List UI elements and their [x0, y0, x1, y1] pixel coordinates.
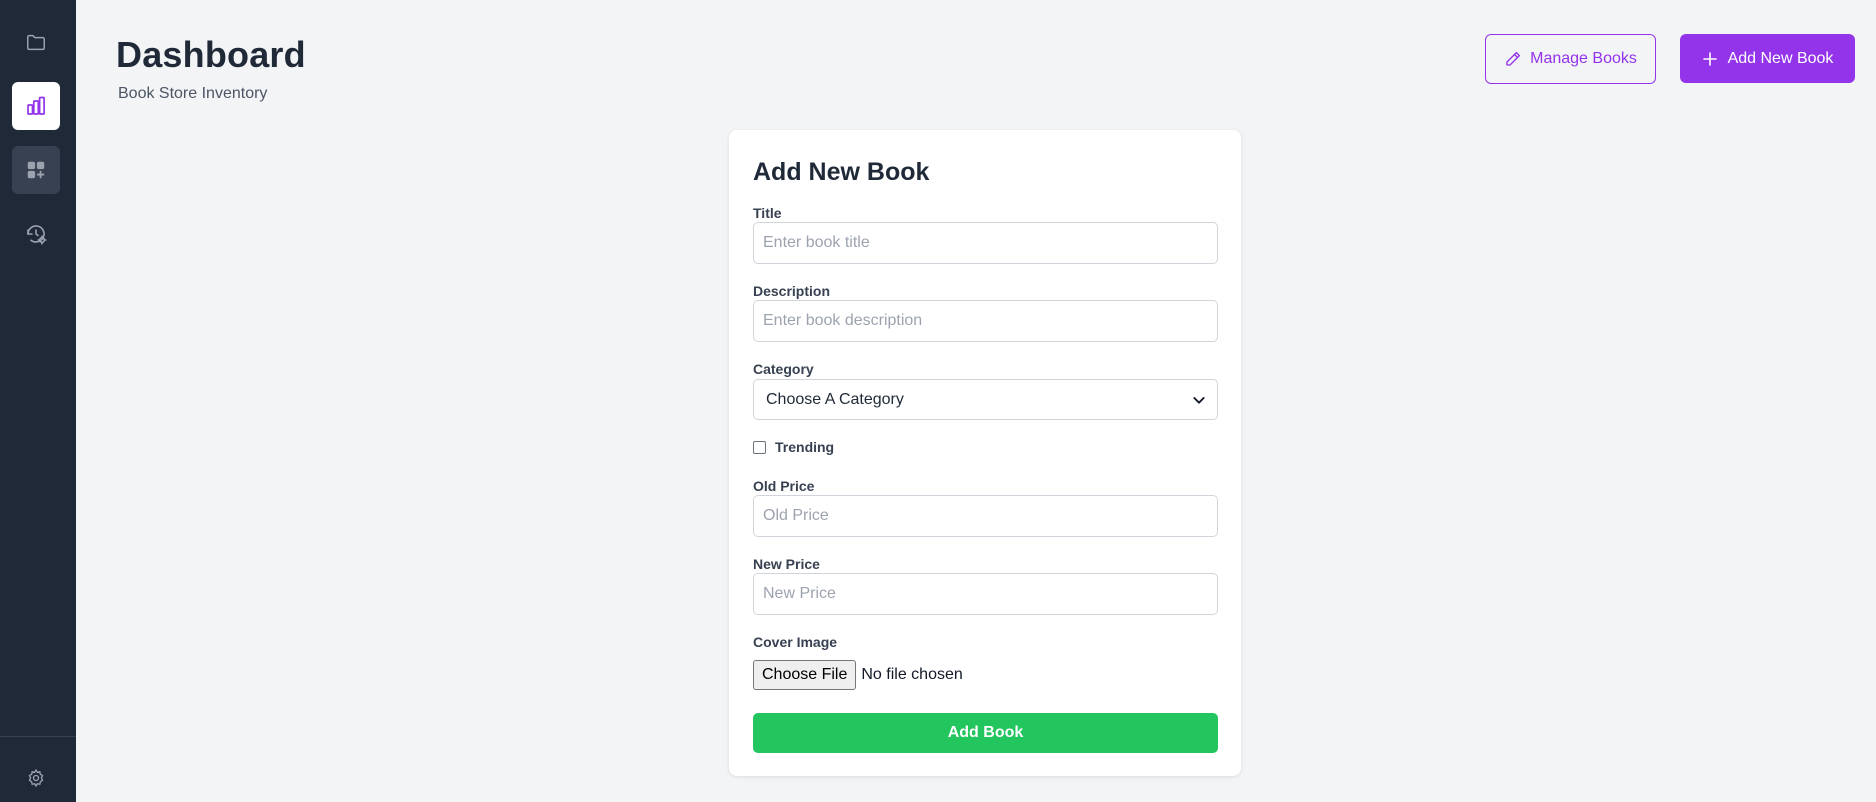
apps-add-icon	[27, 161, 45, 179]
folder-icon	[27, 34, 45, 51]
sidebar-item-settings[interactable]	[12, 754, 60, 802]
page-subtitle: Book Store Inventory	[118, 85, 268, 102]
category-selected-value: Choose A Category	[766, 390, 904, 408]
pencil-icon	[1506, 51, 1521, 66]
old-price-input[interactable]	[753, 495, 1218, 537]
description-label: Description	[753, 283, 831, 299]
form-title: Add New Book	[753, 158, 930, 186]
chevron-down-icon	[1193, 397, 1205, 404]
new-price-input[interactable]	[753, 573, 1218, 615]
bar-chart-icon	[27, 96, 45, 115]
title-label: Title	[753, 205, 782, 221]
sidebar-item-history[interactable]	[12, 210, 60, 258]
file-status: No file chosen	[861, 666, 963, 683]
manage-books-label: Manage Books	[1530, 50, 1637, 67]
description-input[interactable]	[753, 300, 1218, 342]
add-book-form: Add New Book Title Description Category …	[729, 130, 1241, 776]
gear-icon	[28, 768, 44, 788]
page-title: Dashboard	[116, 34, 306, 75]
trending-label: Trending	[775, 439, 835, 455]
add-book-submit-button[interactable]: Add Book	[753, 713, 1218, 753]
old-price-label: Old Price	[753, 478, 815, 494]
category-label: Category	[753, 361, 814, 377]
main-content: Dashboard Book Store Inventory Manage Bo…	[76, 0, 1876, 802]
add-new-book-button[interactable]: Add New Book	[1680, 34, 1855, 83]
sidebar	[0, 0, 76, 802]
plus-icon	[1702, 51, 1717, 66]
manage-books-button[interactable]: Manage Books	[1485, 34, 1656, 84]
sidebar-item-dashboard[interactable]	[12, 82, 60, 130]
title-input[interactable]	[753, 222, 1218, 264]
new-price-label: New Price	[753, 556, 820, 572]
cover-image-label: Cover Image	[753, 634, 838, 650]
choose-file-button[interactable]: Choose File	[753, 660, 857, 690]
sidebar-divider	[0, 736, 76, 737]
sidebar-item-add-book[interactable]	[12, 146, 60, 194]
sidebar-item-folders[interactable]	[12, 18, 60, 66]
history-settings-icon	[27, 225, 47, 245]
category-select[interactable]: Choose A Category	[753, 379, 1218, 420]
add-new-book-label: Add New Book	[1727, 49, 1834, 67]
trending-checkbox[interactable]	[753, 440, 766, 454]
cover-image-picker: Choose File No file chosen	[753, 660, 963, 690]
trending-option: Trending	[753, 439, 834, 455]
